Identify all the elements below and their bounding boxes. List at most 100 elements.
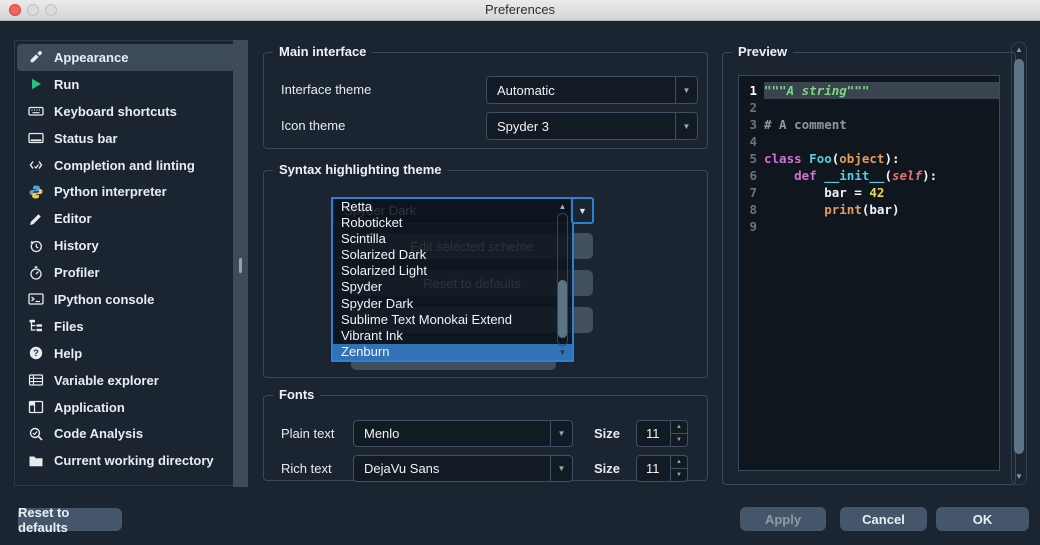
sidebar-item-label: Run [54, 77, 79, 92]
reset-to-defaults-button[interactable]: Reset to defaults [18, 508, 122, 531]
sidebar-item-label: Keyboard shortcuts [54, 104, 177, 119]
theme-option[interactable]: Scintilla [333, 231, 572, 247]
spin-down-icon[interactable]: ▼ [671, 434, 687, 446]
apply-button[interactable]: Apply [740, 507, 826, 531]
spin-up-icon[interactable]: ▲ [671, 456, 687, 469]
sidebar-item-cwd[interactable]: Current working directory [17, 447, 235, 474]
size-label: Size [594, 426, 620, 441]
sidebar-item-ipython-console[interactable]: IPython console [17, 286, 235, 313]
sidebar-item-keyboard-shortcuts[interactable]: Keyboard shortcuts [17, 98, 235, 125]
sidebar-item-files[interactable]: Files [17, 313, 235, 340]
plain-font-select[interactable]: Menlo ▼ [353, 420, 573, 447]
ok-button[interactable]: OK [936, 507, 1029, 531]
line-number: 4 [739, 133, 764, 150]
theme-option[interactable]: Solarized Dark [333, 247, 572, 263]
icon-theme-select[interactable]: Spyder 3 ▼ [486, 112, 698, 140]
keyboard-icon [27, 103, 45, 119]
splitter[interactable] [233, 40, 248, 487]
splitter-handle-icon [239, 258, 242, 273]
syntax-theme-group: Syntax highlighting theme Edit selected … [263, 170, 708, 378]
code-text: print(bar) [764, 201, 999, 218]
window-layout-icon [27, 399, 45, 415]
code-line: 6 def __init__(self): [739, 167, 999, 184]
theme-option[interactable]: Retta [333, 199, 572, 215]
theme-list-scrollbar[interactable]: ▲ ▼ [556, 201, 569, 358]
console-icon [27, 291, 45, 307]
preview-scrollbar[interactable]: ▲ ▼ [1011, 42, 1027, 485]
spin-up-icon[interactable]: ▲ [671, 421, 687, 434]
button-label: Reset to defaults [18, 505, 122, 535]
sidebar-item-label: Current working directory [54, 453, 214, 468]
pencil-icon [27, 211, 45, 227]
rich-size-spinner[interactable]: 11 ▲▼ [636, 455, 688, 482]
code-line: 8 print(bar) [739, 201, 999, 218]
statusbar-icon [27, 130, 45, 146]
sidebar-item-python-interpreter[interactable]: Python interpreter [17, 178, 235, 205]
plain-size-spinner[interactable]: 11 ▲▼ [636, 420, 688, 447]
scroll-down-icon[interactable]: ▼ [1012, 472, 1026, 482]
sidebar-item-label: Profiler [54, 265, 100, 280]
file-tree-icon [27, 318, 45, 334]
interface-theme-select[interactable]: Automatic ▼ [486, 76, 698, 104]
chevron-down-icon: ▼ [550, 456, 572, 481]
theme-option[interactable]: Sublime Text Monokai Extend [333, 312, 572, 328]
rich-text-label: Rich text [281, 461, 332, 476]
code-lines: 1"""A string"""23# A comment45class Foo(… [739, 82, 999, 235]
eyedropper-icon [27, 49, 45, 65]
spin-down-icon[interactable]: ▼ [671, 469, 687, 481]
scroll-down-icon[interactable]: ▼ [556, 347, 569, 358]
sidebar-item-label: Code Analysis [54, 426, 143, 441]
code-line: 1"""A string""" [739, 82, 999, 99]
chevron-down-icon: ▼ [550, 421, 572, 446]
code-line: 9 [739, 218, 999, 235]
folder-icon [27, 453, 45, 469]
scrollbar-thumb[interactable] [558, 280, 567, 338]
sidebar-item-help[interactable]: ? Help [17, 340, 235, 367]
code-preview: 1"""A string"""23# A comment45class Foo(… [738, 75, 1000, 471]
code-text: # A comment [764, 116, 999, 133]
theme-option[interactable]: Solarized Light [333, 263, 572, 279]
theme-option[interactable]: Roboticket [333, 215, 572, 231]
scroll-up-icon[interactable]: ▲ [556, 201, 569, 212]
button-label: OK [973, 512, 993, 527]
svg-text:?: ? [33, 348, 39, 358]
sidebar-item-label: Appearance [54, 50, 128, 65]
sidebar-item-history[interactable]: History [17, 232, 235, 259]
sidebar-item-variable-explorer[interactable]: Variable explorer [17, 367, 235, 394]
code-line: 4 [739, 133, 999, 150]
sidebar-item-label: Files [54, 319, 84, 334]
sidebar-item-completion-linting[interactable]: Completion and linting [17, 152, 235, 179]
code-line: 7 bar = 42 [739, 184, 999, 201]
scroll-up-icon[interactable]: ▲ [1012, 45, 1026, 55]
code-line: 3# A comment [739, 116, 999, 133]
sidebar-item-run[interactable]: Run [17, 71, 235, 98]
sidebar-item-label: Variable explorer [54, 373, 159, 388]
rich-font-select[interactable]: DejaVu Sans ▼ [353, 455, 573, 482]
magnifier-check-icon [27, 426, 45, 442]
sidebar-item-application[interactable]: Application [17, 394, 235, 421]
scrollbar-thumb[interactable] [1014, 59, 1024, 454]
sidebar-item-label: Help [54, 346, 82, 361]
syntax-theme-dropdown-button[interactable]: ▼ [571, 197, 594, 224]
preview-group: Preview 1"""A string"""23# A comment45cl… [722, 52, 1016, 485]
line-number: 2 [739, 99, 764, 116]
sidebar-item-label: Python interpreter [54, 184, 167, 199]
cancel-button[interactable]: Cancel [840, 507, 927, 531]
code-text [764, 133, 999, 150]
sidebar-item-code-analysis[interactable]: Code Analysis [17, 420, 235, 447]
theme-option[interactable]: Spyder Dark [333, 296, 572, 312]
plain-size-value: 11 [637, 421, 670, 446]
theme-option[interactable]: Zenburn [333, 344, 572, 360]
main-interface-group: Main interface Interface theme Automatic… [263, 52, 708, 149]
sidebar-item-status-bar[interactable]: Status bar [17, 125, 235, 152]
code-text [764, 218, 999, 235]
theme-list: RettaRoboticketScintillaSolarized DarkSo… [333, 199, 572, 360]
sidebar-item-appearance[interactable]: Appearance [17, 44, 235, 71]
run-play-icon [27, 76, 45, 92]
theme-option[interactable]: Vibrant Ink [333, 328, 572, 344]
line-number: 1 [739, 82, 764, 99]
sidebar-item-profiler[interactable]: Profiler [17, 259, 235, 286]
theme-option[interactable]: Spyder [333, 279, 572, 295]
plain-font-value: Menlo [354, 421, 550, 446]
sidebar-item-editor[interactable]: Editor [17, 205, 235, 232]
